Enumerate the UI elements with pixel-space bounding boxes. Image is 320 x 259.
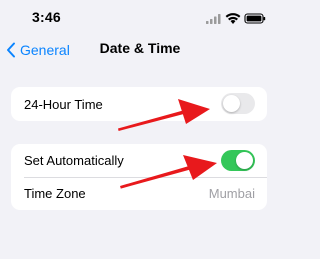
row-label: Time Zone [24, 186, 86, 201]
settings-group-hour-format: 24-Hour Time [11, 87, 267, 121]
signal-icon [206, 14, 221, 24]
toggle-knob [236, 152, 253, 169]
status-bar: 3:46 [0, 0, 280, 38]
nav-bar: General Date & Time [0, 38, 280, 62]
row-label: 24-Hour Time [24, 96, 103, 112]
row-set-automatically: Set Automatically [11, 144, 267, 178]
toggle-knob [223, 95, 240, 112]
status-icons [206, 13, 266, 24]
row-label: Set Automatically [24, 153, 124, 168]
wifi-icon [225, 13, 241, 24]
time-zone-value: Mumbai [208, 186, 255, 201]
row-time-zone[interactable]: Time Zone Mumbai [11, 177, 267, 210]
24-hour-time-toggle[interactable] [221, 93, 255, 114]
row-24-hour-time: 24-Hour Time [11, 87, 267, 121]
set-automatically-toggle[interactable] [221, 150, 255, 171]
page-title: Date & Time [99, 40, 181, 56]
settings-group-time: Set Automatically Time Zone Mumbai [11, 144, 267, 210]
battery-icon [244, 13, 266, 24]
status-time: 3:46 [32, 9, 61, 25]
